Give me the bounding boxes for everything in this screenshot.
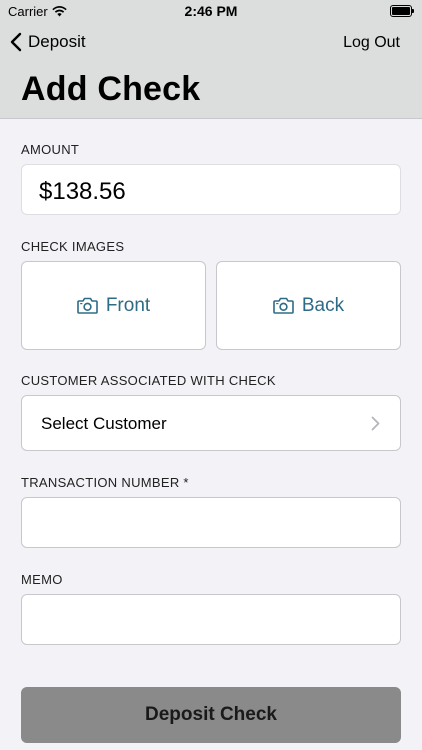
memo-field[interactable] xyxy=(21,594,401,645)
back-image-button[interactable]: Back xyxy=(216,261,401,350)
transaction-number-input[interactable] xyxy=(22,498,400,547)
logout-button[interactable]: Log Out xyxy=(343,34,400,52)
amount-value: $138.56 xyxy=(39,178,126,205)
transaction-number-field[interactable] xyxy=(21,497,401,548)
front-image-label: Front xyxy=(105,294,151,316)
back-button-label: Deposit xyxy=(28,32,86,51)
amount-label: AMOUNT xyxy=(21,142,80,157)
customer-label: CUSTOMER ASSOCIATED WITH CHECK xyxy=(21,373,276,388)
status-time: 2:46 PM xyxy=(184,3,238,19)
chevron-right-icon xyxy=(371,416,380,431)
transaction-number-label: TRANSACTION NUMBER * xyxy=(21,475,189,490)
status-bar: Carrier 2:46 PM xyxy=(0,0,422,22)
memo-input[interactable] xyxy=(22,595,400,644)
page-title: Add Check xyxy=(21,70,201,108)
camera-icon xyxy=(77,297,98,314)
amount-field[interactable]: $138.56 xyxy=(21,164,401,215)
nav-header: Carrier 2:46 PM Deposit Log Out Add Chec… xyxy=(0,0,422,119)
select-customer-button[interactable]: Select Customer xyxy=(21,395,401,451)
front-image-button[interactable]: Front xyxy=(21,261,206,350)
back-image-label: Back xyxy=(301,294,345,316)
memo-label: MEMO xyxy=(21,572,63,587)
select-customer-label: Select Customer xyxy=(41,414,167,433)
deposit-check-button[interactable]: Deposit Check xyxy=(21,687,401,743)
check-images-label: CHECK IMAGES xyxy=(21,239,125,254)
chevron-left-icon xyxy=(10,32,22,52)
battery-icon xyxy=(390,5,414,17)
camera-icon xyxy=(273,297,294,314)
back-button[interactable]: Deposit xyxy=(10,32,86,52)
